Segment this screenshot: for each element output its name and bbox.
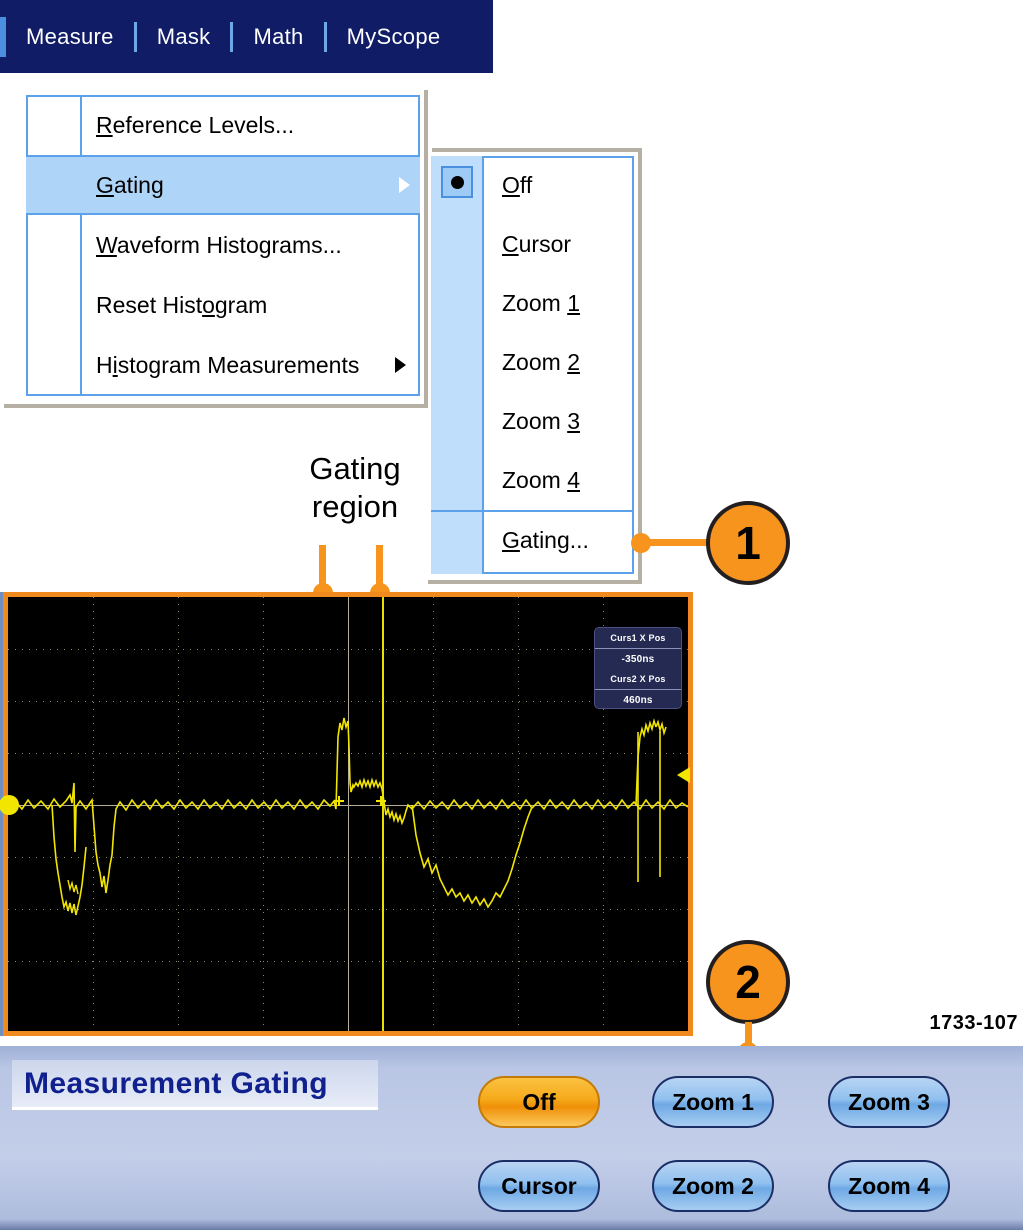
submenu-item-label: Zoom 3 [502,408,580,434]
menu-item-reset-histogram[interactable]: Reset Histogram [82,275,420,335]
menu-item-label: Reset Histogram [96,291,268,318]
submenu-gutter-divider [431,510,484,512]
gating-button-zoom-4[interactable]: Zoom 4 [828,1160,950,1212]
cursor-1-value: -350ns [595,648,681,669]
menu-item-math[interactable]: Math [233,24,323,50]
gating-button-zoom-2[interactable]: Zoom 2 [652,1160,774,1212]
menu-item-label: Histogram Measurements [96,351,360,378]
menu-item-myscope[interactable]: MyScope [327,24,461,50]
submenu-arrow-icon [399,177,410,193]
gating-submenu: Off Cursor Zoom 1 Zoom 2 Zoom 3 Zoom 4 G… [428,152,642,584]
gutter-row [26,275,80,335]
submenu-arrow-icon [395,357,406,373]
submenu-item-cursor[interactable]: Cursor [484,215,634,274]
gating-button-zoom-1[interactable]: Zoom 1 [652,1076,774,1128]
menu-item-waveform-histograms[interactable]: Waveform Histograms... [82,215,420,275]
callout-1-leader-line [640,539,712,546]
gutter-row [26,215,80,275]
submenu-item-zoom-2[interactable]: Zoom 2 [484,333,634,392]
cursor-1-label: Curs1 X Pos [610,633,666,643]
menu-item-measure[interactable]: Measure [6,24,134,50]
submenu-item-label: Cursor [502,231,572,257]
radio-dot [450,175,464,189]
menu-item-reference-levels[interactable]: Reference Levels... [82,95,420,155]
callout-1: 1 [706,501,790,585]
submenu-item-zoom-4[interactable]: Zoom 4 [484,451,634,510]
cursor-1-marker-icon-v [338,796,340,806]
submenu-item-zoom-1[interactable]: Zoom 1 [484,274,634,333]
submenu-item-label: Gating... [502,527,589,553]
menu-item-label: Reference Levels... [96,111,295,138]
gutter-row [26,335,80,395]
callout-2: 2 [706,940,790,1024]
menu-item-mask[interactable]: Mask [137,24,231,50]
radio-selected-icon [441,166,473,198]
submenu-item-label: Zoom 4 [502,467,580,493]
submenu-item-zoom-3[interactable]: Zoom 3 [484,392,634,451]
gating-region-label: Gating region [300,450,410,526]
application-menu-bar: Measure Mask Math MyScope [0,0,493,73]
submenu-item-off[interactable]: Off [484,156,634,215]
oscilloscope-waveform-display[interactable]: Curs1 X Pos -350ns Curs2 X Pos 460ns [0,592,693,1036]
gating-button-cursor[interactable]: Cursor [478,1160,600,1212]
menu-item-label: Waveform Histograms... [96,231,342,258]
waveform-trace [8,717,688,916]
figure-id: 1733-107 [929,1012,1018,1034]
cursor-2-marker-icon-v [380,796,382,806]
dropdown-icon-gutter [26,95,82,396]
panel-title: Measurement Gating [24,1066,328,1100]
cursor-readout-box: Curs1 X Pos -350ns Curs2 X Pos 460ns [594,627,682,709]
submenu-item-label: Zoom 2 [502,349,580,375]
cursor-2-value: 460ns [595,689,681,708]
menu-item-gating[interactable]: Gating [26,155,420,215]
submenu-item-gating-dialog[interactable]: Gating... [484,510,634,569]
gating-button-off[interactable]: Off [478,1076,600,1128]
menu-item-label: Gating [96,171,164,198]
gating-region-line-1: Gating [309,451,401,486]
measure-dropdown-menu: Reference Levels... Gating Waveform Hist… [4,90,428,408]
gating-button-zoom-3[interactable]: Zoom 3 [828,1076,950,1128]
gating-region-line-2: region [311,488,399,524]
gutter-row [26,95,80,155]
submenu-item-label: Off [502,172,533,198]
cursor-2-label: Curs2 X Pos [610,674,666,684]
menu-item-histogram-measurements[interactable]: Histogram Measurements [82,335,420,395]
submenu-item-label: Zoom 1 [502,290,580,316]
measurement-gating-control-panel: Measurement Gating Off Cursor Zoom 1 Zoo… [0,1046,1023,1230]
panel-title-box: Measurement Gating [12,1060,378,1110]
